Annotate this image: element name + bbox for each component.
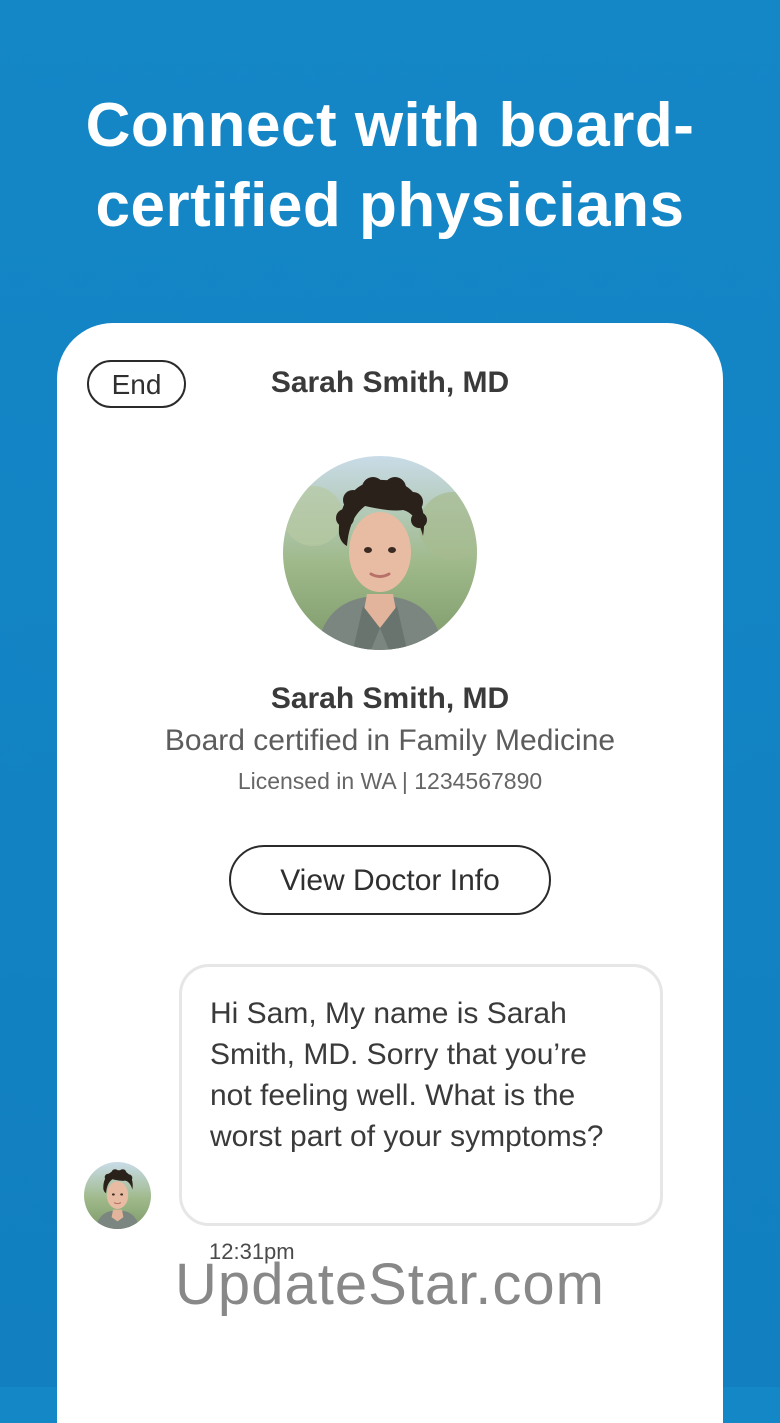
message-sender-avatar <box>84 1162 151 1229</box>
chat-header-title: Sarah Smith, MD <box>270 366 510 399</box>
doctor-name: Sarah Smith, MD <box>270 682 510 715</box>
doctor-license: Licensed in WA | 1234567890 <box>237 768 543 794</box>
doctor-photo-small <box>84 1162 151 1229</box>
watermark: UpdateStar.com <box>175 1252 605 1317</box>
chat-message-text: Hi Sam, My name is Sarah Smith, MD. Sorr… <box>210 997 604 1153</box>
chat-message-bubble: Hi Sam, My name is Sarah Smith, MD. Sorr… <box>179 964 663 1226</box>
headline: Connect with board- certified physicians <box>0 86 780 246</box>
headline-line-2: certified physicians <box>95 171 685 240</box>
doctor-specialty: Board certified in Family Medicine <box>164 724 616 757</box>
headline-line-1: Connect with board- <box>85 91 695 160</box>
view-doctor-info-button[interactable]: View Doctor Info <box>229 845 551 915</box>
doctor-avatar <box>283 456 477 650</box>
doctor-photo <box>283 456 477 650</box>
